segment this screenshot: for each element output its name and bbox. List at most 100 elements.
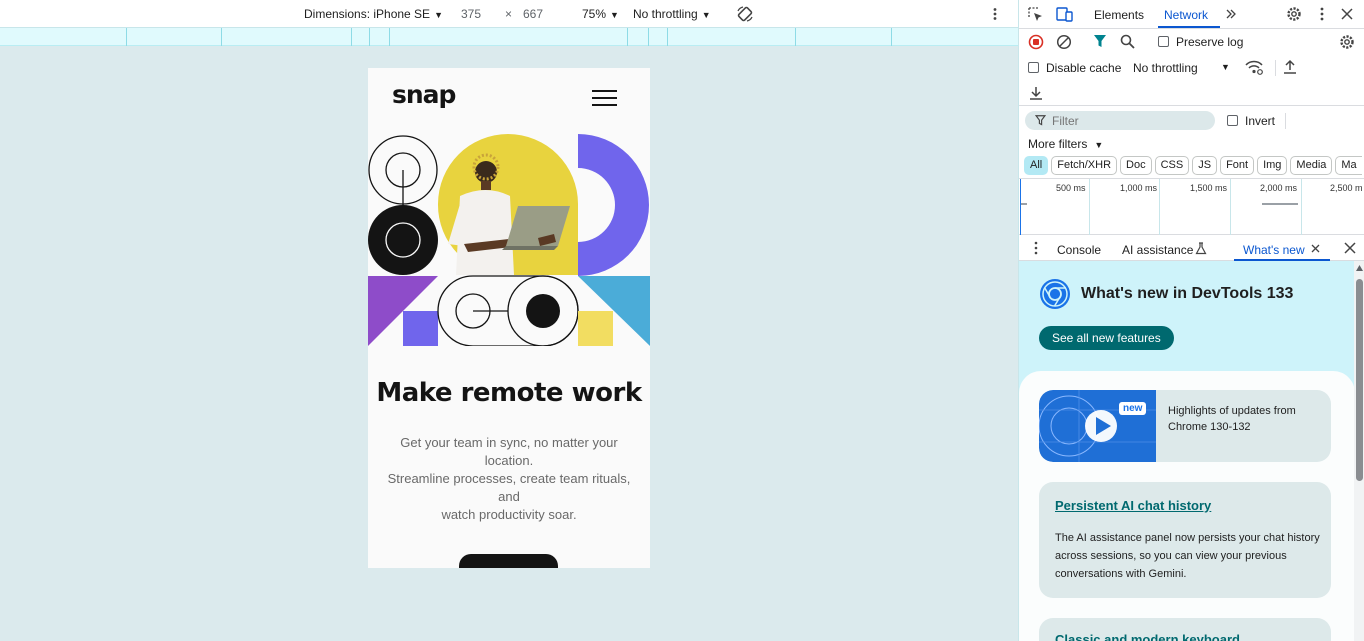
height-input[interactable]: 667 (523, 7, 543, 21)
filter-chip-media[interactable]: Media (1290, 156, 1333, 175)
more-options-icon[interactable] (988, 7, 1002, 21)
filter-chip-all[interactable]: All (1024, 156, 1049, 175)
filter-chip-js[interactable]: JS (1192, 156, 1218, 175)
ruler-divider (667, 28, 668, 46)
tab-elements[interactable]: Elements (1094, 8, 1144, 22)
tab-console[interactable]: Console (1057, 243, 1101, 257)
filter-chip-fetch-xhr[interactable]: Fetch/XHR (1051, 156, 1118, 175)
ruler-divider (351, 28, 352, 46)
toolbar-divider (1285, 113, 1286, 129)
timeline-tick: 500 ms (1056, 183, 1086, 193)
disable-cache-checkbox[interactable] (1028, 62, 1039, 73)
close-tab-icon[interactable] (1311, 244, 1320, 253)
network-throttling-select[interactable]: No throttling (1133, 61, 1198, 75)
clear-icon[interactable] (1056, 34, 1072, 50)
subtext-line: Get your team in sync, no matter your (400, 435, 618, 450)
mobile-viewport: snap Make remote work Get your team in s… (368, 68, 650, 568)
filter-chip-img[interactable]: Img (1257, 156, 1288, 175)
network-toolbar-3 (1019, 81, 1364, 106)
zoom-select[interactable]: 75% ▼ (582, 7, 619, 21)
resource-type-filters: All Fetch/XHR Doc CSS JS Font Img Media Ma (1024, 156, 1364, 176)
snap-logo[interactable]: snap (392, 80, 456, 109)
zoom-value: 75% (582, 7, 607, 21)
network-toolbar-2: Disable cache No throttling ▼ (1019, 55, 1364, 81)
throttling-select[interactable]: No throttling ▼ (633, 7, 711, 21)
drawer-tab-bar: Console AI assistance What's new (1019, 236, 1364, 261)
import-har-icon[interactable] (1283, 59, 1297, 75)
new-badge: new (1119, 402, 1147, 415)
width-input[interactable]: 375 (461, 7, 481, 21)
network-settings-icon[interactable] (1339, 34, 1355, 50)
caret-down-icon: ▼ (701, 10, 711, 20)
ruler-divider (389, 28, 390, 46)
filter-chip-manifest[interactable]: Ma (1335, 156, 1362, 175)
subtext-line: Streamline processes, create team ritual… (387, 471, 631, 486)
scrollbar[interactable] (1354, 261, 1364, 641)
filter-chip-css[interactable]: CSS (1154, 156, 1190, 175)
filter-icon[interactable] (1093, 34, 1107, 49)
hamburger-menu-icon[interactable] (592, 90, 617, 106)
preserve-log-checkbox[interactable] (1158, 36, 1169, 47)
export-har-icon[interactable] (1029, 85, 1043, 101)
video-highlight-card[interactable]: new Highlights of updates from Chrome 13… (1039, 390, 1331, 462)
network-toolbar: Preserve log (1019, 29, 1364, 55)
customize-menu-icon[interactable] (1316, 7, 1328, 21)
timeline-gridline (1159, 179, 1160, 235)
timeline-tick: 1,500 ms (1190, 183, 1228, 193)
search-icon[interactable] (1120, 34, 1135, 49)
cta-button[interactable] (459, 554, 558, 568)
feature-card-title-link[interactable]: Classic and modern keyboard (1055, 632, 1240, 641)
network-timeline-overview[interactable]: 500 ms 1,000 ms 1,500 ms 2,000 ms 2,500 … (1019, 178, 1364, 235)
timeline-bar (1262, 203, 1298, 205)
feature-card: Classic and modern keyboard (1039, 618, 1331, 641)
tab-whats-new[interactable]: What's new (1243, 243, 1305, 257)
close-drawer-icon[interactable] (1344, 242, 1356, 254)
tab-ai-assistance[interactable]: AI assistance (1122, 243, 1193, 257)
filter-chip-doc[interactable]: Doc (1120, 156, 1152, 175)
device-dimensions-select[interactable]: Dimensions: iPhone SE ▼ (304, 7, 443, 21)
caret-down-icon: ▼ (610, 10, 619, 20)
rotate-icon[interactable] (736, 5, 754, 23)
timeline-tick: 2,500 m (1330, 183, 1363, 193)
timeline-gridline (1230, 179, 1231, 235)
video-thumbnail-art (1039, 390, 1156, 462)
network-conditions-icon[interactable] (1245, 60, 1263, 75)
ruler-divider (369, 28, 370, 46)
filter-chip-font[interactable]: Font (1220, 156, 1255, 175)
more-tabs-icon[interactable] (1225, 8, 1237, 20)
ruler-divider (627, 28, 628, 46)
whats-new-panel: What's new in DevTools 133 See all new f… (1019, 261, 1364, 641)
video-thumbnail[interactable]: new (1039, 390, 1156, 462)
media-query-ruler[interactable] (0, 28, 1018, 46)
device-toolbar: Dimensions: iPhone SE ▼ 375 × 667 75% ▼ No… (0, 0, 1018, 28)
invert-checkbox[interactable] (1227, 115, 1238, 126)
record-stop-icon[interactable] (1028, 34, 1044, 50)
device-toggle-icon[interactable] (1056, 7, 1073, 22)
tab-network[interactable]: Network (1164, 8, 1208, 22)
settings-gear-icon[interactable] (1286, 6, 1302, 22)
toolbar-divider (1275, 60, 1276, 76)
ruler-divider (126, 28, 127, 46)
timeline-bar (1021, 203, 1027, 205)
inspect-element-icon[interactable] (1028, 7, 1043, 22)
caret-down-icon[interactable]: ▼ (1221, 62, 1230, 72)
scrollbar-thumb[interactable] (1356, 279, 1363, 481)
subtext-line: watch productivity soar. (441, 507, 577, 522)
drawer-menu-icon[interactable] (1031, 241, 1041, 255)
times-symbol: × (505, 7, 513, 21)
see-all-features-button[interactable]: See all new features (1039, 326, 1174, 350)
close-devtools-icon[interactable] (1341, 8, 1353, 20)
timeline-gridline (1089, 179, 1090, 235)
experiment-flask-icon (1195, 242, 1207, 255)
feature-card-body: The AI assistance panel now persists you… (1055, 532, 1320, 580)
scroll-up-icon[interactable] (1356, 265, 1363, 271)
preserve-log-label: Preserve log (1176, 35, 1244, 49)
timeline-tick: 2,000 ms (1260, 183, 1298, 193)
ruler-divider (221, 28, 222, 46)
more-filters-dropdown[interactable]: More filters ▼ (1028, 137, 1103, 151)
invert-label: Invert (1245, 114, 1276, 128)
feature-card-title-link[interactable]: Persistent AI chat history (1055, 498, 1211, 513)
ruler-divider (648, 28, 649, 46)
timeline-marker (1020, 179, 1021, 235)
filter-input[interactable] (1025, 111, 1215, 130)
